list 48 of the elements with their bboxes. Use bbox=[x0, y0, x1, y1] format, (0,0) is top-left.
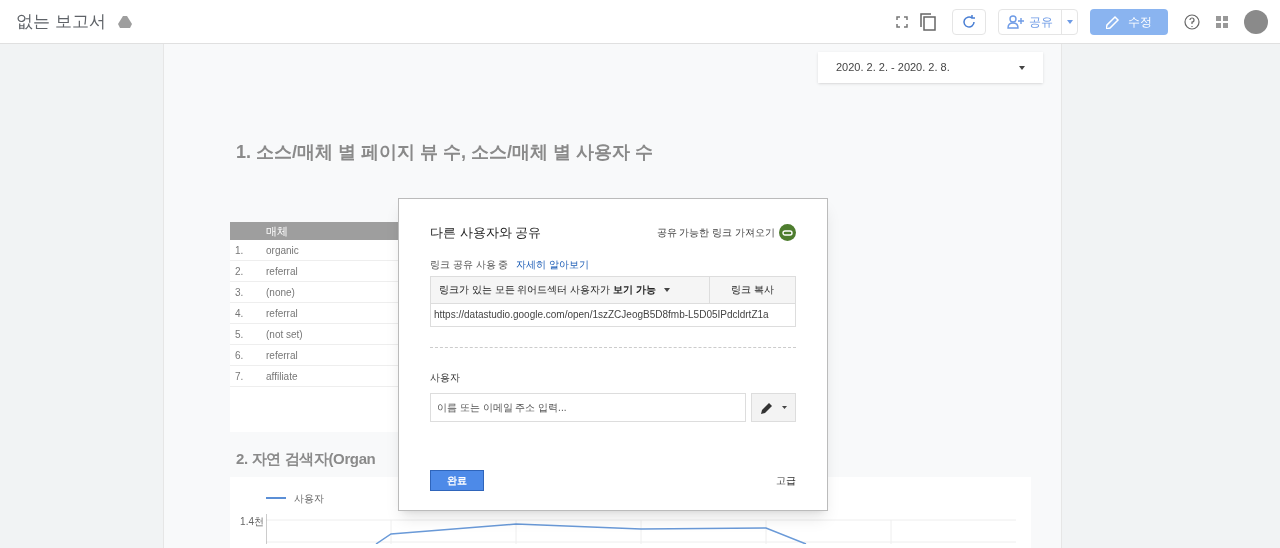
help-icon[interactable] bbox=[1184, 13, 1200, 30]
caret-icon bbox=[1066, 19, 1073, 24]
learn-more-link[interactable]: 자세히 알아보기 bbox=[516, 256, 590, 272]
row-index: 4. bbox=[234, 306, 245, 321]
row-index: 6. bbox=[234, 348, 245, 363]
row-index: 7. bbox=[234, 369, 245, 384]
people-label: 사용자 bbox=[430, 370, 461, 385]
apps-icon[interactable] bbox=[1216, 15, 1228, 28]
table-cell-text: referral bbox=[266, 264, 299, 279]
caret-icon bbox=[663, 287, 670, 292]
caret-icon bbox=[1019, 65, 1025, 70]
dialog-title: 다른 사용자와 공유 bbox=[430, 224, 542, 242]
people-input-field[interactable]: 이름 또는 이메일 주소 입력... bbox=[430, 392, 747, 422]
table-cell-text: referral bbox=[266, 306, 299, 321]
table-cell-text: organic bbox=[266, 243, 300, 258]
get-link-button[interactable]: 공유 가능한 링크 가져오기 bbox=[656, 224, 796, 242]
link-icon bbox=[779, 224, 796, 242]
legend-line bbox=[266, 497, 286, 499]
copy-link-button[interactable]: 링크 복사 bbox=[709, 276, 795, 303]
row-index: 2. bbox=[234, 264, 245, 279]
section-heading: 1. 소스/매체 별 페이지 뷰 수, 소스/매체 별 사용자 수 bbox=[236, 141, 655, 164]
caret-icon bbox=[781, 405, 787, 409]
avatar[interactable] bbox=[1244, 9, 1268, 34]
row-index: 5. bbox=[234, 327, 245, 342]
row-index: 3. bbox=[234, 285, 245, 300]
pencil-icon bbox=[760, 400, 774, 414]
copy-icon[interactable] bbox=[920, 12, 936, 31]
fullscreen-icon[interactable] bbox=[896, 15, 908, 28]
table-cell-text: affiliate bbox=[266, 369, 299, 384]
legend-label: 사용자 bbox=[294, 491, 324, 506]
section-heading: 2. 자연 검색자(Organ bbox=[236, 449, 377, 469]
table-cell-text: (none) bbox=[266, 285, 296, 300]
axis-tick-label: 1.4천 bbox=[239, 514, 265, 529]
refresh-icon bbox=[962, 14, 976, 29]
link-status: 링크 공유 사용 중 bbox=[430, 257, 509, 272]
date-range-picker[interactable]: 2020. 2. 2. - 2020. 2. 8. bbox=[818, 52, 1043, 83]
column-header: 매체 bbox=[266, 223, 288, 239]
row-index: 1. bbox=[234, 243, 245, 258]
add-person-icon bbox=[1007, 14, 1025, 29]
pencil-icon bbox=[1106, 14, 1120, 29]
access-dropdown[interactable]: 링크가 있는 모든 위어드섹터 사용자가 보기 가능 bbox=[431, 276, 709, 303]
table-cell-text: (not set) bbox=[266, 327, 304, 342]
report-title: 없는 보고서 bbox=[16, 10, 106, 33]
advanced-link[interactable]: 고급 bbox=[776, 472, 796, 488]
permission-dropdown[interactable] bbox=[751, 392, 796, 422]
refresh-button[interactable] bbox=[952, 8, 986, 35]
drive-icon bbox=[117, 15, 132, 28]
table-cell-text: referral bbox=[266, 348, 299, 363]
